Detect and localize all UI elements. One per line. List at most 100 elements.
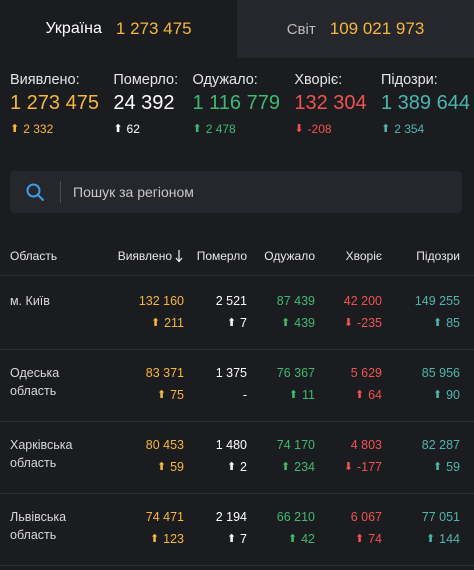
cell-recovered-delta-value: 234	[294, 460, 315, 474]
region-name-line: область	[10, 528, 57, 542]
table-row[interactable]: м. Київ 132 160 ⬆ 211 2 521 ⬆ 7 87 439 ⬆ 439 42 20…	[0, 278, 474, 350]
arrow-up-icon: ⬆	[192, 122, 202, 135]
cell-suspected: 77 051 ⬆ 144	[382, 494, 460, 565]
arrow-down-icon: ⬇	[343, 460, 353, 473]
cell-deaths-value: 1 480	[215, 438, 247, 452]
stat-label: Підозри:	[380, 72, 438, 88]
cell-recovered: 76 367 ⬆ 11	[247, 350, 315, 421]
header-deaths[interactable]: Померло	[184, 249, 247, 263]
cell-sick-delta-value: 64	[368, 388, 382, 402]
cell-suspected: 82 287 ⬆ 59	[382, 422, 460, 493]
cell-deaths-delta-value: 7	[240, 532, 247, 546]
stat-value: 1 389 644	[380, 92, 470, 114]
tab-world-label: Світ	[286, 20, 316, 38]
arrow-down-icon: ⬇	[343, 316, 353, 329]
cell-sick-delta: ⬇ -235	[315, 314, 382, 332]
cell-confirmed-delta-value: 123	[163, 532, 184, 546]
cell-sick-delta: ⬇ -177	[315, 458, 382, 476]
cell-recovered-value: 66 210	[276, 510, 315, 524]
arrow-up-icon: ⬆	[287, 532, 298, 545]
stat-suspected: Підозри: 1 389 644 ⬆ 2 354	[381, 72, 470, 136]
stat-deaths: Померло: 24 392 ⬆ 62	[113, 72, 178, 136]
header-confirmed-label: Виявлено	[117, 248, 172, 263]
cell-sick-value: 4 803	[350, 438, 382, 452]
cell-recovered: 87 439 ⬆ 439	[247, 278, 315, 349]
tab-world[interactable]: Світ 109 021 973	[237, 0, 474, 58]
region-name-line: Харківська	[10, 438, 73, 452]
cell-sick-value: 42 200	[343, 294, 382, 308]
region-name-line: Одеська область	[10, 366, 60, 398]
stat-value: 132 304	[294, 92, 367, 114]
arrow-up-icon: ⬆	[354, 532, 365, 545]
cell-confirmed-delta-value: 75	[170, 388, 184, 402]
cell-confirmed-delta: ⬆ 123	[104, 530, 184, 548]
header-sick[interactable]: Хворіє	[315, 249, 382, 263]
cell-suspected-delta: ⬆ 90	[382, 386, 460, 404]
cell-confirmed-delta: ⬆ 59	[104, 458, 184, 476]
cell-suspected-value: 85 956	[421, 366, 460, 380]
stat-delta: ⬆ 2 478	[192, 122, 280, 136]
header-recovered[interactable]: Одужало	[247, 249, 315, 263]
stat-delta: ⬇ -208	[294, 122, 366, 136]
arrow-up-icon: ⬆	[226, 316, 237, 329]
region-name: м. Київ	[0, 278, 104, 349]
header-suspected[interactable]: Підозри	[382, 249, 460, 263]
region-name-line: область	[10, 456, 57, 470]
stat-delta: ⬆ 62	[113, 122, 178, 136]
cell-sick-delta-value: 74	[368, 532, 382, 546]
stat-value: 1 116 779	[192, 92, 280, 114]
region-tabs: Україна 1 273 475 Світ 109 021 973	[0, 0, 474, 58]
stat-delta-value: -208	[307, 122, 332, 136]
cell-suspected-delta-value: 90	[446, 388, 460, 402]
cell-confirmed: 80 453 ⬆ 59	[104, 422, 184, 493]
cell-recovered-delta-value: 11	[302, 388, 315, 402]
cell-suspected-delta: ⬆ 85	[382, 314, 460, 332]
cell-sick-delta-value: -235	[356, 316, 382, 330]
cell-recovered: 66 210 ⬆ 42	[247, 494, 315, 565]
cell-recovered-delta: ⬆ 234	[247, 458, 315, 476]
tab-ukraine-label: Україна	[45, 20, 102, 37]
arrow-up-icon: ⬆	[380, 122, 391, 135]
cell-suspected-delta: ⬆ 59	[382, 458, 460, 476]
table-row[interactable]: Львівська область 74 471 ⬆ 123 2 194 ⬆ 7 66 210 ⬆…	[0, 494, 474, 566]
stat-delta-value: 62	[126, 122, 140, 136]
cell-confirmed-delta-value: 211	[164, 316, 184, 330]
cell-suspected-value: 82 287	[421, 438, 460, 452]
search-input[interactable]	[61, 171, 462, 213]
region-name: Одеська область	[0, 350, 104, 421]
cell-suspected-delta: ⬆ 144	[382, 530, 460, 548]
cell-recovered-value: 76 367	[276, 366, 315, 380]
stat-sick: Хворіє: 132 304 ⬇ -208	[294, 72, 366, 136]
table-row[interactable]: Одеська область83 371⬆751 375⬆-76 367⬆11…	[0, 350, 474, 422]
cell-confirmed: 74 471 ⬆ 123	[104, 494, 184, 565]
cell-deaths-value: 2 194	[215, 510, 247, 524]
cell-sick-value: 5 629	[350, 366, 382, 380]
cell-recovered-value: 74 170	[276, 438, 315, 452]
cell-recovered-delta-value: 42	[301, 532, 315, 546]
stat-label: Хворіє:	[294, 72, 343, 88]
arrow-up-icon: ⬆	[150, 316, 161, 329]
cell-suspected-value: 149 255	[414, 294, 460, 308]
region-search	[10, 171, 462, 213]
tab-ukraine[interactable]: Україна 1 273 475	[0, 0, 237, 58]
table-row[interactable]: Харківська область 80 453 ⬆ 59 1 480 ⬆ 2 74 170 ⬆…	[0, 422, 474, 494]
cell-deaths-delta: ⬆ 7	[184, 530, 247, 548]
cell-deaths-delta-value: 2	[240, 460, 247, 474]
cell-deaths: 2 194 ⬆ 7	[184, 494, 247, 565]
arrow-up-icon: ⬆	[156, 460, 167, 473]
arrow-up-icon: ⬆	[280, 460, 291, 473]
stat-confirmed: Виявлено: 1 273 475 ⬆ 2 332	[10, 72, 99, 136]
cell-sick: 6 067 ⬆ 74	[315, 494, 382, 565]
cell-confirmed-value: 80 453	[145, 438, 184, 452]
cell-sick-value: 6 067	[350, 510, 382, 524]
stat-delta: ⬆ 2 332	[10, 122, 99, 136]
header-confirmed[interactable]: Виявлено	[104, 249, 184, 263]
stat-delta: ⬆ 2 354	[381, 122, 470, 136]
arrow-up-icon: ⬆	[226, 532, 237, 545]
arrow-up-icon: ⬆	[432, 460, 443, 473]
stat-label: Померло:	[113, 72, 179, 88]
search-icon[interactable]	[10, 171, 60, 213]
arrow-up-icon: ⬆	[425, 532, 436, 545]
arrow-up-icon: ⬆	[149, 532, 160, 545]
cell-sick: 42 200 ⬇ -235	[315, 278, 382, 349]
